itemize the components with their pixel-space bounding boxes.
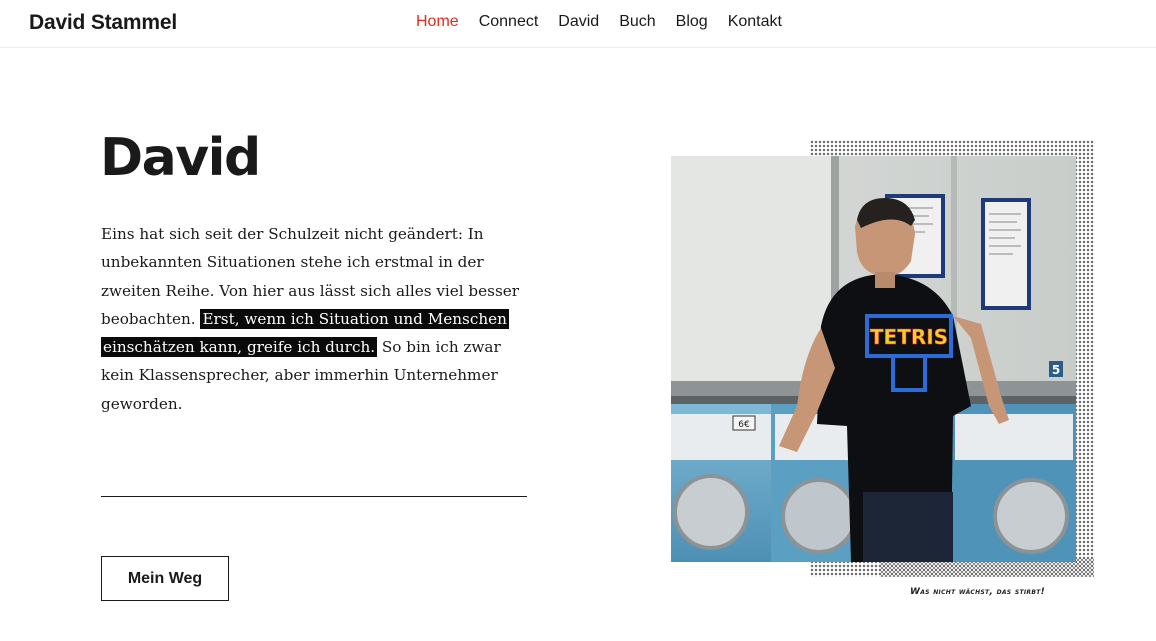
nav-item-kontakt[interactable]: Kontakt	[728, 13, 782, 31]
portrait-illustration: 3 5 6€ TETRIS	[671, 156, 1076, 562]
photo-caption: Was nicht wächst, das stirbt!	[910, 587, 1045, 597]
mein-weg-button[interactable]: Mein Weg	[101, 556, 229, 601]
portrait-photo: 3 5 6€ TETRIS	[671, 156, 1076, 562]
site-header: David Stammel Home Connect David Buch Bl…	[0, 0, 1156, 48]
shirt-logo-text: TETRIS	[870, 325, 948, 349]
nav-item-home[interactable]: Home	[416, 13, 459, 31]
portrait-figure: 3 5 6€ TETRIS	[650, 138, 1100, 583]
divider	[101, 496, 527, 497]
nav-item-buch[interactable]: Buch	[619, 13, 655, 31]
price-tag: 6€	[738, 420, 750, 430]
main-nav: Home Connect David Buch Blog Kontakt	[416, 13, 802, 31]
nav-item-connect[interactable]: Connect	[479, 13, 539, 31]
bio-paragraph: Eins hat sich seit der Schulzeit nicht g…	[101, 220, 521, 418]
page-title: David	[100, 128, 261, 188]
site-logo[interactable]: David Stammel	[29, 11, 177, 35]
nav-item-blog[interactable]: Blog	[676, 13, 708, 31]
nav-item-david[interactable]: David	[558, 13, 599, 31]
machine-number-5: 5	[1052, 363, 1060, 377]
